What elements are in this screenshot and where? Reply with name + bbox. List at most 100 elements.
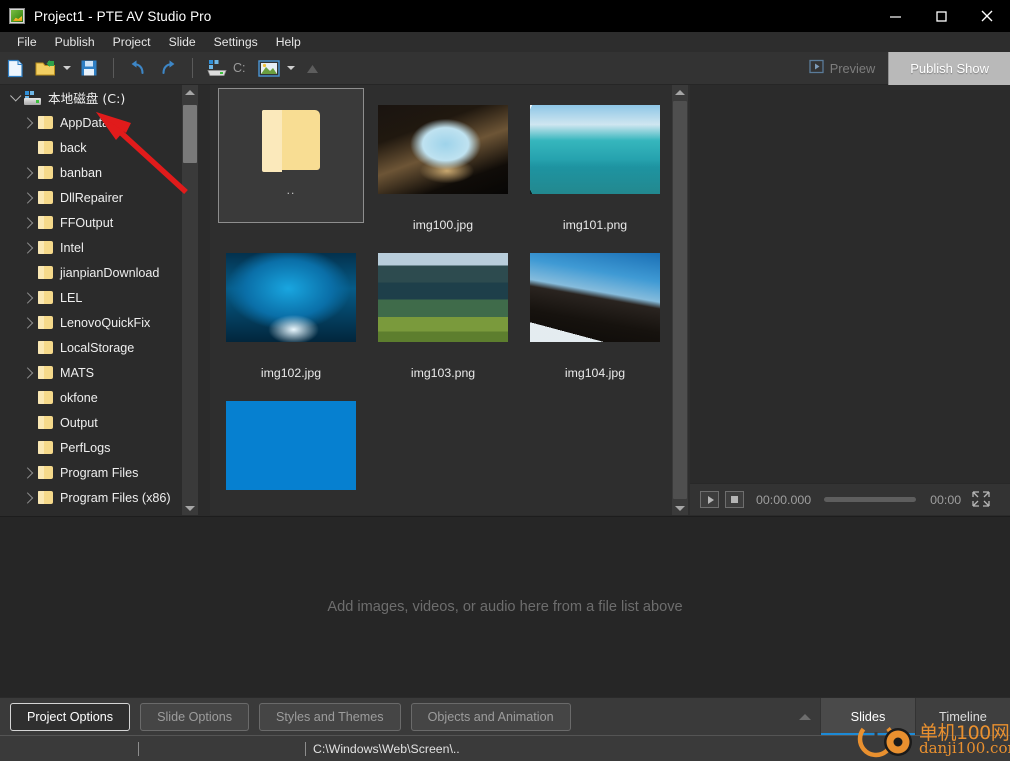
fullscreen-icon[interactable] <box>971 490 993 510</box>
menu-item-publish[interactable]: Publish <box>46 33 104 52</box>
open-folder-icon[interactable] <box>30 55 60 81</box>
scroll-down-icon[interactable] <box>672 501 688 515</box>
list-item-caption: img104.jpg <box>564 366 626 380</box>
list-item[interactable]: img105.jpg <box>215 384 367 515</box>
up-triangle-icon[interactable] <box>298 55 328 81</box>
scroll-up-icon[interactable] <box>182 85 198 99</box>
sidebar-item-intel[interactable]: Intel <box>0 235 182 260</box>
chevron-right-icon[interactable] <box>20 185 38 210</box>
list-item[interactable]: img103.png <box>367 236 519 384</box>
minimize-button[interactable] <box>872 0 918 32</box>
list-item[interactable]: img102.jpg <box>215 236 367 384</box>
save-floppy-icon[interactable] <box>74 55 104 81</box>
tree-root-local-disk[interactable]: 本地磁盘 (C:) <box>0 85 182 110</box>
tree-scrollbar-thumb[interactable] <box>183 105 197 163</box>
sidebar-item-perflogs[interactable]: PerfLogs <box>0 435 182 460</box>
sidebar-item-label: back <box>60 140 87 155</box>
undo-arrow-icon[interactable] <box>123 55 153 81</box>
list-item-parent-folder[interactable]: .. <box>215 88 367 236</box>
sidebar-item-label: jianpianDownload <box>60 265 160 280</box>
chevron-right-icon[interactable] <box>20 110 38 135</box>
folder-tree-panel: 本地磁盘 (C:) AppData back banban DllRepaire… <box>0 85 200 515</box>
sidebar-item-program-files[interactable]: Program Files <box>0 460 182 485</box>
new-document-icon[interactable] <box>0 55 30 81</box>
sidebar-item-localstorage[interactable]: LocalStorage <box>0 335 182 360</box>
open-recent-chevron-down-icon[interactable] <box>60 55 74 81</box>
tree-scrollbar[interactable] <box>182 85 198 515</box>
list-item[interactable]: img104.jpg <box>519 236 671 384</box>
styles-and-themes-button[interactable]: Styles and Themes <box>259 702 401 731</box>
sidebar-item-jianpiandownload[interactable]: jianpianDownload <box>0 260 182 285</box>
thumbnail-frame <box>217 384 365 507</box>
list-item[interactable]: img101.png <box>519 88 671 236</box>
twisty-placeholder <box>20 435 38 460</box>
preview-button[interactable]: Preview <box>799 52 889 85</box>
folder-icon <box>38 391 53 404</box>
scroll-down-icon[interactable] <box>182 501 198 515</box>
image-preview-icon[interactable] <box>254 55 284 81</box>
project-options-button[interactable]: Project Options <box>10 702 131 731</box>
preview-stage[interactable] <box>690 85 1010 483</box>
chevron-right-icon[interactable] <box>20 360 38 385</box>
title-bar: Project1 - PTE AV Studio Pro <box>0 0 1010 32</box>
slide-options-button[interactable]: Slide Options <box>140 702 250 731</box>
tab-timeline[interactable]: Timeline <box>915 697 1010 736</box>
folder-icon <box>38 366 53 379</box>
menu-item-slide[interactable]: Slide <box>160 33 205 52</box>
objects-and-animation-button[interactable]: Objects and Animation <box>410 702 571 731</box>
image-options-chevron-down-icon[interactable] <box>284 55 298 81</box>
list-item-caption: img101.png <box>562 218 628 232</box>
sidebar-item-banban[interactable]: banban <box>0 160 182 185</box>
chevron-right-icon[interactable] <box>20 235 38 260</box>
close-button[interactable] <box>964 0 1010 32</box>
toolbar-divider-2 <box>192 58 193 78</box>
slide-list-drop-area[interactable]: Add images, videos, or audio here from a… <box>0 516 1010 697</box>
tab-slides[interactable]: Slides <box>820 697 916 736</box>
twisty-placeholder <box>20 410 38 435</box>
sidebar-item-back[interactable]: back <box>0 135 182 160</box>
folder-icon <box>38 266 53 279</box>
sidebar-item-lel[interactable]: LEL <box>0 285 182 310</box>
chevron-down-icon[interactable] <box>6 85 24 110</box>
list-item[interactable]: img100.jpg <box>367 88 519 236</box>
play-icon[interactable] <box>700 491 719 508</box>
chevron-right-icon[interactable] <box>20 460 38 485</box>
chevron-right-icon[interactable] <box>20 160 38 185</box>
twisty-placeholder <box>20 335 38 360</box>
sidebar-item-program-files-x86[interactable]: Program Files (x86) <box>0 485 182 510</box>
thumbnail-scrollbar-thumb[interactable] <box>673 101 687 499</box>
chevron-right-icon[interactable] <box>20 310 38 335</box>
menu-item-project[interactable]: Project <box>104 33 160 52</box>
thumbnail-scrollbar[interactable] <box>672 85 688 515</box>
sidebar-item-ffoutput[interactable]: FFOutput <box>0 210 182 235</box>
sidebar-item-okfone[interactable]: okfone <box>0 385 182 410</box>
chevron-right-icon[interactable] <box>20 485 38 510</box>
redo-arrow-icon[interactable] <box>153 55 183 81</box>
collapse-panel-up-triangle-icon[interactable] <box>790 698 820 736</box>
maximize-button[interactable] <box>918 0 964 32</box>
file-thumbnail-panel: .. img100.jpg img101.png img102.jpg img1… <box>210 85 690 515</box>
menu-item-file[interactable]: File <box>8 33 46 52</box>
chevron-right-icon[interactable] <box>20 210 38 235</box>
menu-item-settings[interactable]: Settings <box>205 33 267 52</box>
sidebar-item-output[interactable]: Output <box>0 410 182 435</box>
folder-tree: 本地磁盘 (C:) AppData back banban DllRepaire… <box>0 85 182 510</box>
preview-play-icon <box>809 59 824 77</box>
chevron-right-icon[interactable] <box>20 285 38 310</box>
sidebar-item-label: DllRepairer <box>60 190 123 205</box>
sidebar-item-appdata[interactable]: AppData <box>0 110 182 135</box>
scroll-up-icon[interactable] <box>672 85 688 99</box>
stop-icon[interactable] <box>725 491 744 508</box>
list-item-caption: .. <box>286 183 296 197</box>
status-segment-left <box>0 736 138 761</box>
sidebar-item-dllrepairer[interactable]: DllRepairer <box>0 185 182 210</box>
thumbnail-image <box>378 253 508 342</box>
seek-slider[interactable] <box>824 497 917 502</box>
menu-item-help[interactable]: Help <box>267 33 310 52</box>
sidebar-item-lenovoquickfix[interactable]: LenovoQuickFix <box>0 310 182 335</box>
publish-show-button[interactable]: Publish Show <box>888 51 1010 85</box>
thumbnail-frame <box>521 236 669 359</box>
local-drive-icon[interactable] <box>202 55 232 81</box>
sidebar-item-mats[interactable]: MATS <box>0 360 182 385</box>
total-time: 00:00 <box>930 492 962 507</box>
